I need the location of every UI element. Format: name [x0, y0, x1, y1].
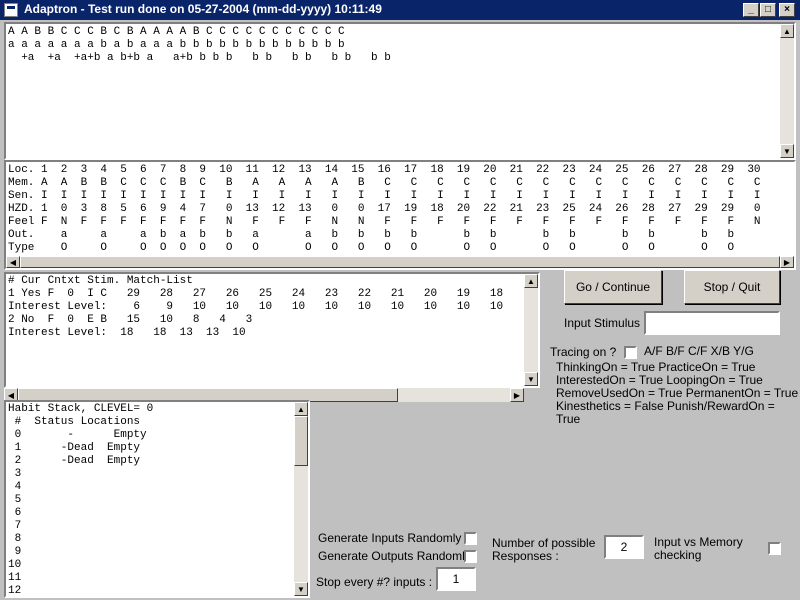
habit-row: 8 [8, 533, 22, 545]
go-continue-button[interactable]: Go / Continue [564, 270, 662, 304]
habit-row: 1 -Dead Empty [8, 442, 141, 454]
minimize-button[interactable]: _ [743, 3, 759, 17]
input-memory-label-1: Input vs Memory [654, 535, 743, 549]
habit-row: 9 [8, 546, 22, 558]
memory-row-type: Type O O O O O O O O O O O O O O O O O O… [8, 242, 735, 254]
stop-quit-button[interactable]: Stop / Quit [684, 270, 780, 304]
scroll-down-icon[interactable]: ▼ [524, 372, 538, 386]
habit-columns: # Status Locations [8, 416, 141, 428]
habit-vertical-scrollbar[interactable]: ▲ ▼ [294, 402, 308, 596]
close-button[interactable]: × [779, 3, 795, 17]
generate-outputs-label: Generate Outputs Randomly? [318, 549, 478, 563]
window-title: Adaptron - Test run done on 05-27-2004 (… [24, 2, 382, 16]
status-line-1: ThinkingOn = True PracticeOn = True [556, 360, 756, 374]
input-memory-label-2: checking [654, 548, 702, 562]
tracing-checkbox[interactable] [624, 346, 637, 359]
app-icon[interactable] [4, 3, 18, 17]
habit-row: 4 [8, 481, 22, 493]
habit-stack-panel[interactable]: Habit Stack, CLEVEL= 0 # Status Location… [4, 400, 310, 598]
scroll-right-icon[interactable]: ▶ [510, 388, 524, 402]
title-bar[interactable]: Adaptron - Test run done on 05-27-2004 (… [0, 0, 800, 20]
context-header: # Cur Cntxt Stim. Match-List [8, 275, 193, 287]
stop-every-field[interactable] [436, 567, 476, 591]
scroll-up-icon[interactable]: ▲ [294, 402, 308, 416]
context-line-2: Interest Level: 6 9 10 10 10 10 10 10 10… [8, 301, 504, 313]
scroll-right-icon[interactable]: ▶ [780, 256, 794, 268]
trace-line-3: +a +a +a+b a b+b a a+b b b b b b b b b b… [8, 52, 391, 64]
memory-horizontal-scrollbar[interactable]: ◀ ▶ [6, 256, 794, 268]
memory-row-sen: Sen. I I I I I I I I I I I I I I I I I I… [8, 190, 761, 202]
status-line-5: True [556, 412, 581, 426]
scroll-left-icon[interactable]: ◀ [6, 256, 20, 268]
status-line-4: Kinesthetics = False Punish/RewardOn = [556, 399, 775, 413]
habit-row: 7 [8, 520, 22, 532]
scroll-up-icon[interactable]: ▲ [780, 24, 794, 38]
scroll-up-icon[interactable]: ▲ [524, 274, 538, 288]
habit-row: 2 -Dead Empty [8, 455, 141, 467]
trace-line-2: a a a a a a a b a b a a a b b b b b b b … [8, 39, 345, 51]
num-responses-label-1: Number of possible [492, 536, 596, 550]
habit-row: 10 [8, 559, 22, 571]
generate-outputs-checkbox[interactable] [464, 550, 477, 563]
scroll-down-icon[interactable]: ▼ [780, 144, 794, 158]
habit-row: 5 [8, 494, 22, 506]
scroll-down-icon[interactable]: ▼ [294, 582, 308, 596]
stop-every-label: Stop every #? inputs : [316, 575, 433, 589]
memory-scroll-thumb[interactable] [20, 256, 780, 268]
context-panel[interactable]: # Cur Cntxt Stim. Match-List 1 Yes F 0 I… [4, 272, 540, 388]
memory-row-feel: Feel F N F F F F F F F N F F F N N F F F… [8, 216, 761, 228]
trace-panel[interactable]: A A B B C C C B C B A A A A B C C C C C … [4, 22, 796, 160]
habit-row: 11 [8, 572, 22, 584]
tracing-label: Tracing on ? [550, 345, 617, 359]
status-line-2: InterestedOn = True LoopingOn = True [556, 373, 763, 387]
context-line-1: 1 Yes F 0 I C 29 28 27 26 25 24 23 22 21… [8, 288, 504, 300]
habit-header: Habit Stack, CLEVEL= 0 [8, 403, 154, 415]
habit-row: 6 [8, 507, 22, 519]
num-responses-label-2: Responses : [492, 549, 559, 563]
num-responses-field[interactable] [604, 535, 644, 559]
input-memory-checkbox[interactable] [768, 542, 781, 555]
context-line-3: 2 No F 0 E B 15 10 8 4 3 [8, 314, 253, 326]
maximize-button[interactable]: □ [760, 3, 776, 17]
context-line-4: Interest Level: 18 18 13 13 10 [8, 327, 246, 339]
generate-inputs-label: Generate Inputs Randomly ? [318, 531, 472, 545]
habit-row: 12 [8, 585, 22, 597]
habit-row: 3 [8, 468, 22, 480]
trace-vertical-scrollbar[interactable]: ▲ ▼ [780, 24, 794, 158]
input-stimulus-label: Input Stimulus : [564, 316, 647, 330]
tracing-options: A/F B/F C/F X/B Y/G [644, 344, 754, 358]
status-line-3: RemoveUsedOn = True PermanentOn = True [556, 386, 799, 400]
generate-inputs-checkbox[interactable] [464, 532, 477, 545]
habit-scroll-thumb[interactable] [294, 416, 308, 466]
input-stimulus-field[interactable] [644, 311, 780, 335]
memory-row-mem: Mem. A A B B C C C B C B A A A A B C C C… [8, 177, 761, 189]
memory-row-hzd: HZD. 1 0 3 8 5 6 9 4 7 0 13 12 13 0 0 17… [8, 203, 761, 215]
trace-line-1: A A B B C C C B C B A A A A B C C C C C … [8, 26, 345, 38]
memory-table-panel[interactable]: Loc. 1 2 3 4 5 6 7 8 9 10 11 12 13 14 15… [4, 160, 796, 270]
memory-row-out: Out. a a a b a b b a a b b b b b b b b b… [8, 229, 735, 241]
habit-row: 0 - Empty [8, 429, 147, 441]
memory-row-loc: Loc. 1 2 3 4 5 6 7 8 9 10 11 12 13 14 15… [8, 164, 761, 176]
context-vertical-scrollbar[interactable]: ▲ ▼ [524, 274, 538, 386]
